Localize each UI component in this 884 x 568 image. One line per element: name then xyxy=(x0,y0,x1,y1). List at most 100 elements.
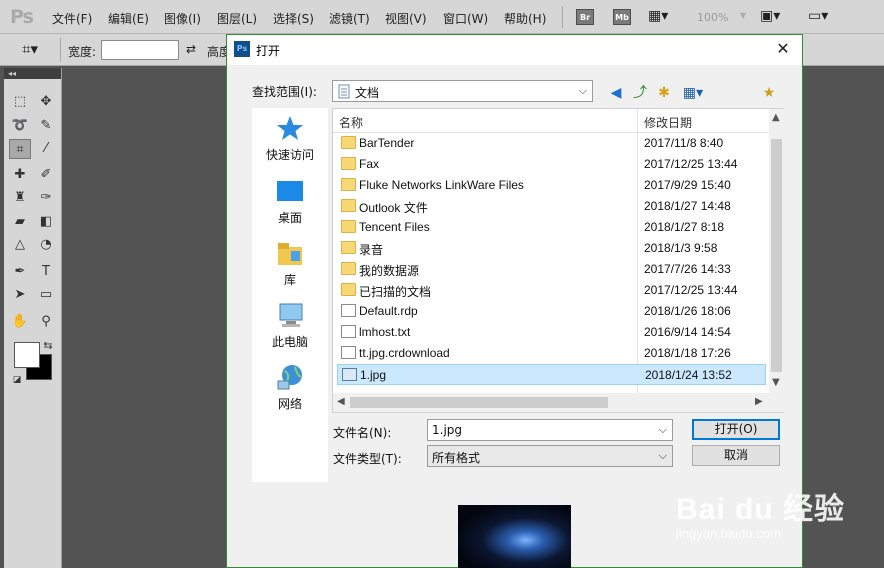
shape-tool-icon[interactable]: ▭ xyxy=(35,285,57,305)
mini-bridge-button[interactable]: Mb xyxy=(613,9,631,25)
bridge-button[interactable]: Br xyxy=(576,9,594,25)
file-row[interactable]: lmhost.txt 2016/9/14 14:54 xyxy=(337,322,766,343)
file-modified-date: 2017/9/29 15:40 xyxy=(644,178,731,192)
view-extras-icon[interactable]: ▦▾ xyxy=(648,8,668,24)
place-desktop[interactable]: 桌面 xyxy=(252,177,328,226)
tools-panel-header[interactable]: ◂◂ xyxy=(4,68,61,79)
file-row[interactable]: 已扫描的文档 2017/12/25 13:44 xyxy=(337,280,766,301)
scroll-down-icon[interactable]: ▼ xyxy=(772,377,780,388)
file-modified-date: 2018/1/3 9:58 xyxy=(644,241,718,255)
healing-brush-tool-icon[interactable]: ✚ xyxy=(9,165,31,185)
scroll-right-icon[interactable]: ▶ xyxy=(755,396,763,407)
zoom-tool-icon[interactable]: ⚲ xyxy=(35,312,57,332)
library-icon xyxy=(278,243,302,265)
menu-layer[interactable]: 图层(L) xyxy=(217,10,257,27)
vertical-scrollbar[interactable]: ▲ ▼ xyxy=(769,109,784,393)
file-row[interactable]: Tencent Files 2018/1/27 8:18 xyxy=(337,217,766,238)
file-name: tt.jpg.crdownload xyxy=(359,346,450,360)
marquee-tool-icon[interactable]: ⬚ xyxy=(9,92,31,112)
menu-select[interactable]: 选择(S) xyxy=(273,10,314,27)
history-brush-tool-icon[interactable]: ✑ xyxy=(35,188,57,208)
new-folder-icon[interactable]: ✱ xyxy=(654,84,674,102)
place-network[interactable]: 网络 xyxy=(252,363,328,412)
horizontal-scrollbar[interactable]: ◀ ▶ xyxy=(333,393,784,412)
width-input[interactable] xyxy=(101,40,179,60)
filetype-dropdown[interactable]: 所有格式 ⌵ xyxy=(427,445,673,467)
vertical-scroll-thumb[interactable] xyxy=(771,139,782,372)
scroll-up-icon[interactable]: ▲ xyxy=(772,112,780,123)
file-name: Fluke Networks LinkWare Files xyxy=(359,178,524,192)
menu-image[interactable]: 图像(I) xyxy=(164,10,201,27)
file-row[interactable]: BarTender 2017/11/8 8:40 xyxy=(337,133,766,154)
watermark-url: jingyan.baidu.com xyxy=(676,526,781,541)
file-row[interactable]: 录音 2018/1/3 9:58 xyxy=(337,238,766,259)
tools-panel: ◂◂ ⬚ ✥ ➰ ✎ ⌗ ⁄ ✚ ✐ ♜ ✑ ▰ ◧ △ ◔ ✒ T ➤ ▭ ✋… xyxy=(4,68,62,568)
close-icon[interactable]: ✕ xyxy=(772,38,794,60)
column-header-name[interactable]: 名称 xyxy=(339,114,363,131)
menu-file[interactable]: 文件(F) xyxy=(52,10,92,27)
look-in-dropdown[interactable]: 文档 ⌵ xyxy=(332,80,593,102)
file-modified-date: 2017/12/25 13:44 xyxy=(644,157,738,171)
place-label: 库 xyxy=(283,273,296,287)
up-folder-icon[interactable]: ⤴ xyxy=(630,84,650,102)
horizontal-scroll-thumb[interactable] xyxy=(350,397,608,408)
arrange-documents-icon[interactable]: ▣▾ xyxy=(760,8,780,24)
menu-filter[interactable]: 滤镜(T) xyxy=(329,10,370,27)
path-selection-tool-icon[interactable]: ➤ xyxy=(9,285,31,305)
eyedropper-tool-icon[interactable]: ⁄ xyxy=(35,139,57,159)
zoom-level[interactable]: 100% xyxy=(697,11,728,24)
swap-colors-icon[interactable]: ⇆ xyxy=(37,336,59,356)
file-row[interactable]: 我的数据源 2017/7/26 14:33 xyxy=(337,259,766,280)
menu-help[interactable]: 帮助(H) xyxy=(504,10,546,27)
pen-tool-icon[interactable]: ✒ xyxy=(9,262,31,282)
screen-mode-icon[interactable]: ▭▾ xyxy=(808,8,828,24)
file-row[interactable]: Fluke Networks LinkWare Files 2017/9/29 1… xyxy=(337,175,766,196)
place-this-pc[interactable]: 此电脑 xyxy=(252,301,328,350)
crop-tool-preset-icon[interactable]: ⌗▾ xyxy=(22,40,38,58)
file-row[interactable]: tt.jpg.crdownload 2018/1/18 17:26 xyxy=(337,343,766,364)
place-quick-access[interactable]: 快速访问 xyxy=(252,114,328,163)
cancel-button[interactable]: 取消 xyxy=(692,445,780,466)
folder-icon xyxy=(341,262,356,275)
menu-view[interactable]: 视图(V) xyxy=(385,10,427,27)
eraser-tool-icon[interactable]: ▰ xyxy=(9,212,31,232)
move-tool-icon[interactable]: ✥ xyxy=(35,92,57,112)
computer-icon xyxy=(279,303,303,327)
lasso-tool-icon[interactable]: ➰ xyxy=(9,116,31,136)
folder-icon xyxy=(341,199,356,212)
file-name: Default.rdp xyxy=(359,304,418,318)
file-row[interactable]: Outlook 文件 2018/1/27 14:48 xyxy=(337,196,766,217)
menu-window[interactable]: 窗口(W) xyxy=(443,10,488,27)
filename-input[interactable]: 1.jpg ⌵ xyxy=(427,419,673,441)
file-row[interactable]: Fax 2017/12/25 13:44 xyxy=(337,154,766,175)
view-menu-icon[interactable]: ▦▾ xyxy=(678,84,708,102)
column-header-date[interactable]: 修改日期 xyxy=(644,114,692,131)
gradient-tool-icon[interactable]: ◧ xyxy=(35,212,57,232)
swap-dimensions-icon[interactable]: ⇄ xyxy=(186,42,196,56)
place-libraries[interactable]: 库 xyxy=(252,239,328,288)
folder-icon xyxy=(341,136,356,149)
scroll-left-icon[interactable]: ◀ xyxy=(337,396,345,407)
quick-selection-tool-icon[interactable]: ✎ xyxy=(35,116,57,136)
width-label: 宽度: xyxy=(68,45,97,59)
default-colors-icon[interactable]: ◪ xyxy=(6,370,28,390)
chevron-down-icon[interactable]: ⌵ xyxy=(659,423,667,437)
folder-icon xyxy=(341,241,356,254)
file-modified-date: 2018/1/27 8:18 xyxy=(644,220,725,234)
file-row[interactable]: Default.rdp 2018/1/26 18:06 xyxy=(337,301,766,322)
file-modified-date: 2017/11/8 8:40 xyxy=(644,136,724,150)
hand-tool-icon[interactable]: ✋ xyxy=(9,312,31,332)
menu-edit[interactable]: 编辑(E) xyxy=(108,10,149,27)
crop-tool-icon[interactable]: ⌗ xyxy=(9,139,31,159)
type-tool-icon[interactable]: T xyxy=(35,262,57,282)
dodge-tool-icon[interactable]: ◔ xyxy=(35,235,57,255)
back-icon[interactable]: ◀ xyxy=(606,84,626,102)
foreground-color-swatch[interactable] xyxy=(14,342,40,368)
open-button[interactable]: 打开(O) xyxy=(692,419,780,440)
clone-stamp-tool-icon[interactable]: ♜ xyxy=(9,188,31,208)
favorite-folder-icon[interactable]: ★ xyxy=(759,84,779,102)
file-row[interactable]: 1.jpg 2018/1/24 13:52 xyxy=(337,364,766,385)
blur-tool-icon[interactable]: △ xyxy=(9,235,31,255)
zoom-dropdown-icon[interactable]: ▾ xyxy=(740,8,746,22)
brush-tool-icon[interactable]: ✐ xyxy=(35,165,57,185)
